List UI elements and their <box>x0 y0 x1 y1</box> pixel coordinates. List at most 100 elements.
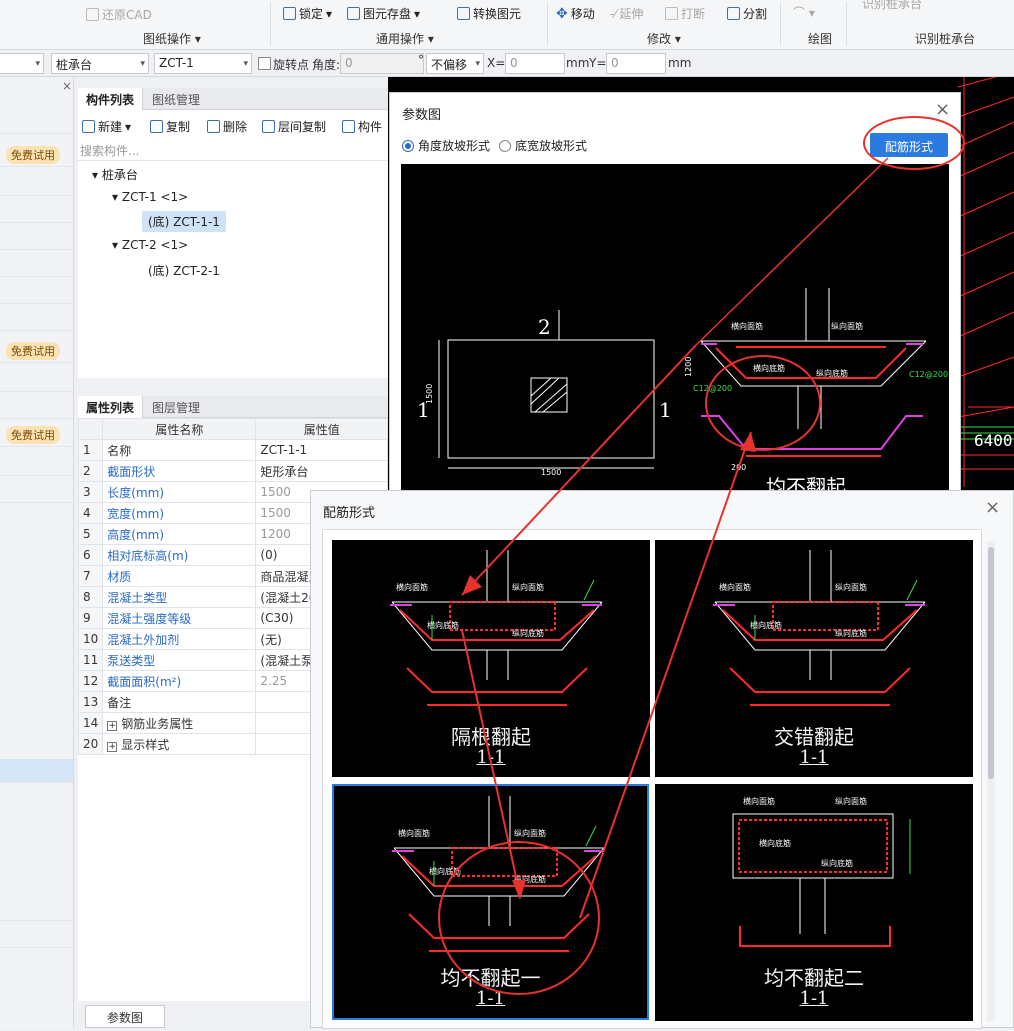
tree-node-zct1[interactable]: ▾ ZCT-1 <1> <box>112 190 188 204</box>
close-icon[interactable]: × <box>935 99 950 120</box>
ribbon-separator <box>547 2 548 46</box>
close-icon[interactable]: × <box>62 79 72 93</box>
nav-row[interactable] <box>0 110 73 134</box>
property-name: 备注 <box>102 691 257 713</box>
nav-row[interactable] <box>0 253 73 277</box>
tab-property-list[interactable]: 属性列表 <box>78 396 144 418</box>
property-index: 7 <box>77 565 104 587</box>
header-index <box>77 418 104 440</box>
section-top-v: 纵向面筋 <box>831 321 863 331</box>
lock-button[interactable]: 锁定 ▾ <box>283 5 332 22</box>
expand-icon[interactable]: + <box>107 720 118 731</box>
nav-row[interactable] <box>0 368 73 392</box>
nav-row[interactable] <box>0 280 73 304</box>
group-recognize-cap: 识别桩承台 <box>915 32 976 46</box>
ribbon: 还原CAD 图纸操作 ▾ 锁定 ▾ 图元存盘 ▾ 转换图元 通用操作 ▾ ✥ 移动… <box>0 0 1014 50</box>
radio-dot <box>499 139 511 152</box>
property-row[interactable]: 1 名称 ZCT-1-1 <box>77 439 388 461</box>
thumb-label: 横向面筋 <box>719 582 751 592</box>
tab-drawing-management[interactable]: 图纸管理 <box>144 88 208 110</box>
close-icon[interactable]: × <box>985 497 1000 518</box>
tree-node-zct1-1[interactable]: (底) ZCT-1-1 <box>142 211 226 232</box>
property-toolbar: ▾ 桩承台 ▾ ZCT-1 ▾ 旋转点 角度: 0 ° 不偏移 ▾ X= 0 mm Y… <box>0 50 1014 77</box>
y-input[interactable]: 0 <box>606 53 666 74</box>
component-icon <box>342 120 355 133</box>
thumb-label: 纵向底筋 <box>514 874 546 884</box>
nav-row[interactable]: 免费试用 <box>0 143 73 167</box>
component-search-input[interactable]: 搜索构件... <box>80 142 139 159</box>
tree-node-root[interactable]: ▾ 桩承台 <box>92 166 138 183</box>
radio-angle-slope[interactable]: 角度放坡形式 <box>402 137 490 154</box>
property-row[interactable]: 2 截面形状 矩形承台 <box>77 460 388 482</box>
nav-row[interactable]: 免费试用 <box>0 339 73 363</box>
nav-row[interactable] <box>0 924 73 948</box>
element-save-button[interactable]: 图元存盘 ▾ <box>347 5 420 22</box>
nav-row[interactable] <box>0 395 73 419</box>
radio-width-slope[interactable]: 底宽放坡形式 <box>499 137 587 154</box>
rebar-form-dialog: 配筋形式 × 横向面筋 纵向面筋 横向底筋 纵向底筋 隔根翻起 1-1 横向面筋 纵向面… <box>310 490 1014 1029</box>
floor-copy-button[interactable]: 层间复制 <box>262 118 326 135</box>
rebar-option-alternate-bent[interactable]: 横向面筋 纵向面筋 横向底筋 纵向底筋 隔根翻起 1-1 <box>332 540 650 777</box>
tree-node-zct2[interactable]: ▾ ZCT-2 <1> <box>112 238 188 252</box>
recognize-cap-button[interactable]: 识别桩承台 <box>862 0 922 12</box>
rebar-option-section: 1-1 <box>799 988 829 1009</box>
expand-icon[interactable]: + <box>107 741 118 752</box>
split-button[interactable]: 分割 <box>727 5 767 22</box>
restore-cad-button[interactable]: 还原CAD <box>86 6 152 23</box>
nav-row[interactable] <box>0 897 73 921</box>
property-value[interactable]: ZCT-1-1 <box>255 439 388 461</box>
draw-arc-button[interactable]: ⌒ ▾ <box>793 4 815 21</box>
tab-layer-management[interactable]: 图层管理 <box>144 396 208 418</box>
x-input[interactable]: 0 <box>505 53 565 74</box>
property-name-text: 混凝土强度等级 <box>107 611 192 626</box>
thumb-label: 纵向面筋 <box>514 828 546 838</box>
tree-node-zct2-1[interactable]: (底) ZCT-2-1 <box>148 262 220 279</box>
type-select[interactable]: 桩承台 ▾ <box>51 53 149 74</box>
property-name: 混凝土强度等级 <box>102 607 257 629</box>
move-button[interactable]: ✥ 移动 <box>556 5 595 22</box>
extend-button[interactable]: -⁄ 延伸 <box>610 5 643 22</box>
nav-row-selected[interactable] <box>0 759 73 783</box>
free-trial-badge[interactable]: 免费试用 <box>6 146 60 164</box>
property-name-text: 钢筋业务属性 <box>121 716 194 731</box>
property-name-text: 备注 <box>107 695 132 710</box>
property-name-text: 混凝土外加剂 <box>107 632 180 647</box>
scrollbar-thumb[interactable] <box>988 547 994 779</box>
break-button[interactable]: 打断 <box>665 5 705 22</box>
copy-button[interactable]: 复制 <box>150 118 190 135</box>
rebar-option-none-bent-2[interactable]: 横向面筋 纵向面筋 横向底筋 纵向底筋 均不翻起二 1-1 <box>655 784 973 1021</box>
nav-row[interactable] <box>0 479 73 503</box>
offset-select[interactable]: 不偏移 ▾ <box>426 53 484 74</box>
new-button[interactable]: 新建 ▾ <box>82 118 131 135</box>
component-more-button[interactable]: 构件 <box>342 118 382 135</box>
thumb-label: 纵向底筋 <box>512 628 544 638</box>
nav-row[interactable] <box>0 452 73 476</box>
tab-component-list[interactable]: 构件列表 <box>78 88 144 110</box>
property-name-text: 截面面积(m²) <box>107 674 182 689</box>
rebar-form-button[interactable]: 配筋形式 <box>870 133 948 157</box>
tab-param-diagram[interactable]: 参数图 <box>85 1005 165 1028</box>
free-trial-badge[interactable]: 免费试用 <box>6 342 60 360</box>
rebar-option-none-bent-1[interactable]: 横向面筋 纵向面筋 横向底筋 纵向底筋 均不翻起一 1-1 <box>332 784 649 1020</box>
ribbon-separator <box>846 2 847 46</box>
component-select[interactable]: ZCT-1 ▾ <box>154 53 252 74</box>
scrollbar[interactable] <box>987 541 995 1021</box>
property-value[interactable]: 矩形承台 <box>255 460 388 482</box>
floor-select[interactable]: ▾ <box>0 53 44 74</box>
nav-row[interactable] <box>0 172 73 196</box>
free-trial-badge[interactable]: 免费试用 <box>6 426 60 444</box>
angle-input[interactable]: 0 <box>340 53 424 74</box>
property-name: 名称 <box>102 439 257 461</box>
nav-row[interactable] <box>0 199 73 223</box>
rebar-option-staggered-bent[interactable]: 横向面筋 纵向面筋 横向底筋 纵向底筋 交错翻起 1-1 <box>655 540 973 777</box>
nav-row[interactable] <box>0 307 73 331</box>
break-icon <box>665 7 678 20</box>
property-name: 长度(mm) <box>102 481 257 503</box>
convert-element-button[interactable]: 转换图元 <box>457 5 521 22</box>
section-top-h: 横向面筋 <box>731 321 763 331</box>
delete-button[interactable]: 删除 <box>207 118 247 135</box>
nav-row[interactable]: 免费试用 <box>0 423 73 447</box>
param-diagram-canvas: 2 1 1 1500 1500 横向面筋 纵向面筋 横向底筋 纵向底筋 C12@… <box>401 164 949 492</box>
rotate-point-checkbox[interactable] <box>258 57 271 70</box>
nav-row[interactable] <box>0 226 73 250</box>
